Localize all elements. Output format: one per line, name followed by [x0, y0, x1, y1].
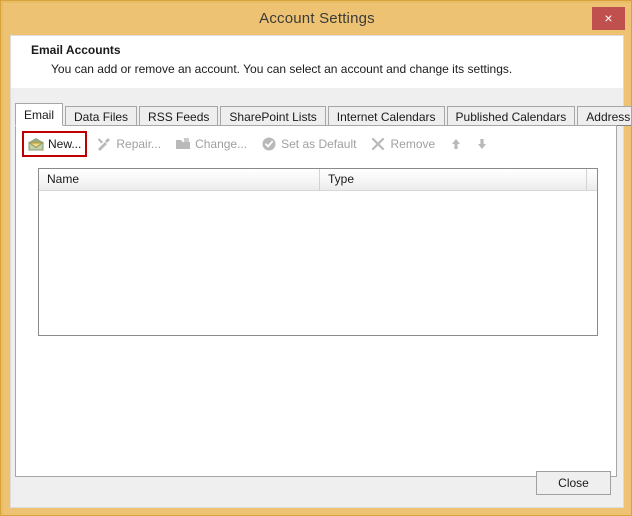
account-settings-window: Account Settings × Email Accounts You ca… [0, 0, 632, 516]
toolbar-label-repair: Repair... [116, 137, 162, 151]
column-header-name[interactable]: Name [39, 169, 320, 191]
toolbar-label-change: Change... [195, 137, 248, 151]
arrow-up-icon [448, 136, 464, 152]
column-header-extra[interactable] [587, 169, 597, 191]
close-button[interactable]: Close [536, 471, 611, 495]
header-panel: Email Accounts You can add or remove an … [11, 36, 623, 88]
toolbar-label-remove: Remove [390, 137, 436, 151]
new-mail-icon [28, 136, 44, 152]
accounts-listbox[interactable]: Name Type [38, 168, 598, 336]
toolbar-button-repair: Repair... [91, 133, 166, 155]
toolbar-button-remove: Remove [365, 133, 440, 155]
tab-data-files[interactable]: Data Files [65, 106, 138, 126]
accounts-toolbar: New... Repair... Change... Set as Default Re… [16, 126, 616, 162]
title-bar: Account Settings × [3, 3, 631, 35]
header-title: Email Accounts [31, 43, 121, 57]
listview-rows[interactable] [39, 191, 597, 335]
toolbar-button-change: Change... [170, 133, 252, 155]
listview-header: Name Type [39, 169, 597, 191]
column-header-type[interactable]: Type [320, 169, 588, 191]
tab-address-books[interactable]: Address Books [577, 106, 631, 126]
toolbar-arrow-up-button [444, 133, 468, 155]
tab-internet-calendars[interactable]: Internet Calendars [327, 106, 445, 126]
tab-page-email: New... Repair... Change... Set as Default Re… [15, 125, 617, 477]
toolbar-button-set-as-default: Set as Default [256, 133, 361, 155]
toolbar-button-new[interactable]: New... [22, 131, 88, 157]
tab-rss-feeds[interactable]: RSS Feeds [139, 106, 219, 126]
tab-email[interactable]: Email [15, 103, 64, 126]
change-folder-icon [175, 136, 191, 152]
toolbar-arrow-down-button [470, 133, 494, 155]
x-mark-icon [370, 136, 386, 152]
window-title: Account Settings [259, 10, 375, 27]
toolbar-label-set-as-default: Set as Default [281, 137, 357, 151]
header-subtitle: You can add or remove an account. You ca… [51, 62, 513, 76]
toolbar-label-new: New... [48, 137, 82, 151]
repair-tools-icon [96, 136, 112, 152]
tab-published-calendars[interactable]: Published Calendars [446, 106, 576, 126]
window-close-button[interactable]: × [592, 7, 625, 30]
check-circle-icon [261, 136, 277, 152]
dialog-body: Email Data Files RSS Feeds SharePoint Lists… [11, 88, 631, 507]
tab-strip: Email Data Files RSS Feeds SharePoint Lists… [15, 103, 631, 126]
arrow-down-icon [474, 136, 490, 152]
tab-sharepoint-lists[interactable]: SharePoint Lists [220, 106, 326, 126]
